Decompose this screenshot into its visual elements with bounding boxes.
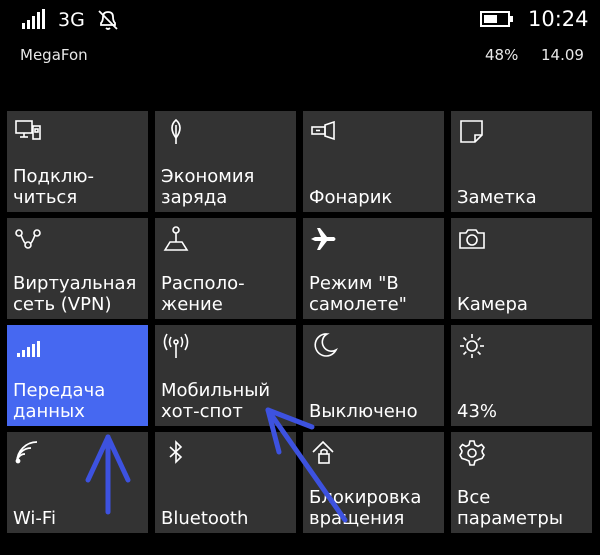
camera-icon: [457, 224, 487, 254]
quick-action-camera[interactable]: Камера: [451, 218, 592, 319]
brightness-icon: [457, 331, 487, 361]
tile-label: Виртуальная сеть (VPN): [13, 273, 137, 315]
quick-action-cellular-data[interactable]: Передача данных: [7, 325, 148, 426]
tile-label: Передача данных: [13, 380, 106, 422]
battery-percent: 48%: [485, 46, 519, 64]
quick-action-flashlight[interactable]: Фонарик: [303, 111, 444, 212]
tile-label: Камера: [457, 294, 528, 315]
tile-label: Экономия заряда: [161, 166, 255, 208]
tile-label: Располо- жение: [161, 273, 245, 315]
quick-action-location[interactable]: Располо- жение: [155, 218, 296, 319]
date: 14.09: [541, 46, 584, 64]
bluetooth-icon: [161, 438, 191, 468]
quick-action-battery-saver[interactable]: Экономия заряда: [155, 111, 296, 212]
battery-saver-icon: [161, 117, 191, 147]
quick-action-rotation-lock[interactable]: Блокировка вращения: [303, 432, 444, 533]
gear-icon: [457, 438, 487, 468]
airplane-icon: [309, 224, 339, 254]
connect-icon: [13, 117, 43, 147]
cellular-data-icon: [13, 331, 43, 361]
quick-actions-grid: Подклю- читься Экономия заряда Фонарик З…: [7, 111, 592, 533]
moon-icon: [309, 331, 339, 361]
tile-label: 43%: [457, 401, 498, 422]
rotation-lock-icon: [309, 438, 339, 468]
tile-label: Заметка: [457, 187, 537, 208]
tile-label: Wi-Fi: [13, 508, 56, 529]
quick-action-quiet-hours[interactable]: Выключено: [303, 325, 444, 426]
tile-label: Все параметры: [457, 487, 564, 529]
signal-strength-icon: [22, 9, 45, 29]
tile-label: Мобильный хот-спот: [161, 380, 271, 422]
tile-label: Подклю- читься: [13, 166, 95, 208]
note-icon: [457, 117, 487, 147]
tile-label: Режим "В самолете": [309, 273, 407, 315]
vpn-icon: [13, 224, 43, 254]
quick-action-all-settings[interactable]: Все параметры: [451, 432, 592, 533]
carrier-name: MegaFon: [20, 46, 88, 64]
quick-action-bluetooth[interactable]: Bluetooth: [155, 432, 296, 533]
flashlight-icon: [309, 117, 339, 147]
quick-action-airplane-mode[interactable]: Режим "В самолете": [303, 218, 444, 319]
status-bar: 3G 10:24 MegaFon 48% 14.09: [0, 0, 600, 90]
tile-label: Выключено: [309, 401, 418, 422]
tile-label: Фонарик: [309, 187, 393, 208]
quick-action-vpn[interactable]: Виртуальная сеть (VPN): [7, 218, 148, 319]
quick-action-wifi[interactable]: Wi-Fi: [7, 432, 148, 533]
quick-action-note[interactable]: Заметка: [451, 111, 592, 212]
quick-action-brightness[interactable]: 43%: [451, 325, 592, 426]
hotspot-icon: [161, 331, 191, 361]
wifi-icon: [13, 438, 43, 468]
network-type: 3G: [58, 9, 85, 31]
quick-action-connect[interactable]: Подклю- читься: [7, 111, 148, 212]
location-icon: [161, 224, 191, 254]
tile-label: Bluetooth: [161, 508, 249, 529]
quiet-hours-icon: [98, 10, 118, 30]
quick-action-mobile-hotspot[interactable]: Мобильный хот-спот: [155, 325, 296, 426]
battery-icon: [480, 11, 513, 27]
clock: 10:24: [528, 7, 589, 31]
tile-label: Блокировка вращения: [309, 487, 422, 529]
